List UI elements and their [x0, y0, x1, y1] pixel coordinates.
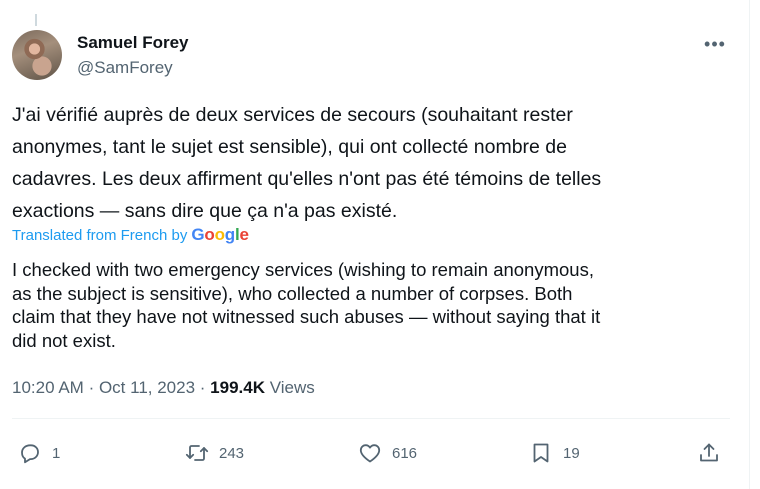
more-icon: •••: [704, 33, 726, 54]
tweet-text: J'ai vérifié auprès de deux services de …: [12, 99, 712, 227]
heart-icon: [359, 444, 381, 463]
tweet-text-line: exactions — sans dire que ça n'a pas exi…: [12, 200, 398, 222]
tweet-date[interactable]: Oct 11, 2023: [99, 378, 195, 397]
translation-line: did not exist.: [12, 329, 116, 351]
bookmark-icon: [533, 443, 549, 463]
reply-button[interactable]: 1: [18, 437, 60, 469]
avatar[interactable]: [12, 30, 62, 80]
meta-separator: ·: [88, 378, 99, 397]
tweet-text-line: cadavres. Les deux affirment qu'elles n'…: [12, 168, 602, 190]
divider: [12, 418, 730, 419]
tweet-text-line: J'ai vérifié auprès de deux services de …: [12, 104, 573, 126]
translation-line: I checked with two emergency services (w…: [12, 259, 594, 280]
views-count: 199.4K: [210, 378, 265, 397]
share-icon: [700, 443, 718, 462]
bookmark-button[interactable]: 19: [529, 437, 580, 469]
tweet-meta: 10:20 AM · Oct 11, 2023 · 199.4K Views: [12, 378, 315, 398]
translation-text: I checked with two emergency services (w…: [12, 258, 732, 352]
like-button[interactable]: 616: [358, 437, 417, 469]
translated-label: Translated from French by: [12, 226, 188, 244]
retweet-icon: [185, 445, 209, 461]
tweet-time[interactable]: 10:20 AM: [12, 378, 84, 397]
author-name[interactable]: Samuel Forey: [77, 33, 189, 53]
reply-icon: [21, 444, 39, 464]
meta-separator: ·: [199, 378, 211, 397]
more-button[interactable]: •••: [700, 32, 730, 56]
share-button[interactable]: [697, 437, 721, 469]
reply-count: 1: [52, 444, 61, 462]
google-logo: Google: [191, 225, 249, 244]
tweet-text-line: anonymes, tant le sujet est sensible), q…: [12, 136, 567, 158]
bookmark-count: 19: [563, 444, 580, 462]
retweet-button[interactable]: 243: [185, 437, 244, 469]
author-handle[interactable]: @SamForey: [77, 58, 173, 78]
like-count: 616: [392, 444, 418, 462]
translation-line: as the subject is sensitive), who collec…: [12, 282, 573, 304]
translation-line: claim that they have not witnessed such …: [12, 306, 601, 327]
views-label: Views: [269, 378, 315, 397]
panel-border: [749, 0, 750, 489]
thread-line: [35, 14, 37, 26]
translated-from-link[interactable]: Translated from French by Google: [12, 225, 249, 245]
retweet-count: 243: [219, 444, 245, 462]
